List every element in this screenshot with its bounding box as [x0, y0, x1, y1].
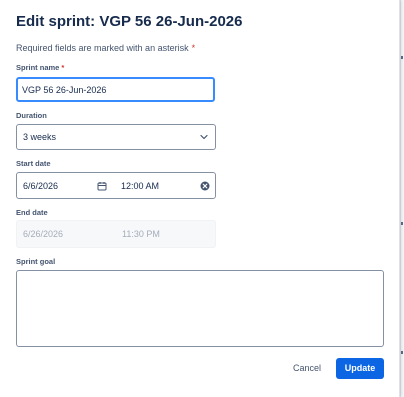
- duration-value: 3 weeks: [23, 132, 57, 142]
- required-asterisk: *: [61, 63, 65, 72]
- sprint-goal-textarea[interactable]: [16, 270, 384, 347]
- edit-sprint-dialog: Edit sprint: VGP 56 26-Jun-2026 Required…: [0, 0, 400, 397]
- start-time-input[interactable]: 12:00 AM: [121, 181, 159, 191]
- sprint-name-input[interactable]: VGP 56 26-Jun-2026: [16, 77, 215, 102]
- duration-label: Duration: [16, 111, 47, 120]
- sprint-name-value: VGP 56 26-Jun-2026: [22, 84, 107, 95]
- end-date-value: 6/26/2026: [23, 229, 64, 239]
- end-time-value: 11:30 PM: [122, 229, 160, 239]
- cancel-button[interactable]: Cancel: [282, 358, 332, 379]
- start-date-picker: 6/6/2026 12:00 AM: [16, 172, 216, 199]
- calendar-icon[interactable]: [97, 181, 107, 191]
- end-date-label: End date: [16, 208, 48, 217]
- end-date-picker: 6/26/2026 11:30 PM: [16, 220, 216, 248]
- background-mark: [401, 56, 403, 59]
- sprint-name-label: Sprint name *: [16, 63, 64, 72]
- sprint-goal-label: Sprint goal: [16, 257, 56, 266]
- required-note-text: Required fields are marked with an aster…: [16, 43, 189, 53]
- duration-select[interactable]: 3 weeks: [16, 124, 216, 150]
- required-asterisk: *: [191, 43, 196, 53]
- required-fields-note: Required fields are marked with an aster…: [16, 43, 195, 53]
- chevron-down-icon: [200, 134, 208, 140]
- dialog-title: Edit sprint: VGP 56 26-Jun-2026: [16, 13, 243, 30]
- background-mark: [401, 222, 403, 225]
- update-button[interactable]: Update: [336, 358, 384, 379]
- background-page-edge: [400, 0, 404, 397]
- background-mark: [401, 351, 403, 354]
- start-date-input[interactable]: 6/6/2026: [23, 181, 58, 191]
- start-date-label: Start date: [16, 159, 51, 168]
- sprint-name-label-text: Sprint name: [16, 63, 60, 72]
- clear-icon[interactable]: [200, 181, 210, 191]
